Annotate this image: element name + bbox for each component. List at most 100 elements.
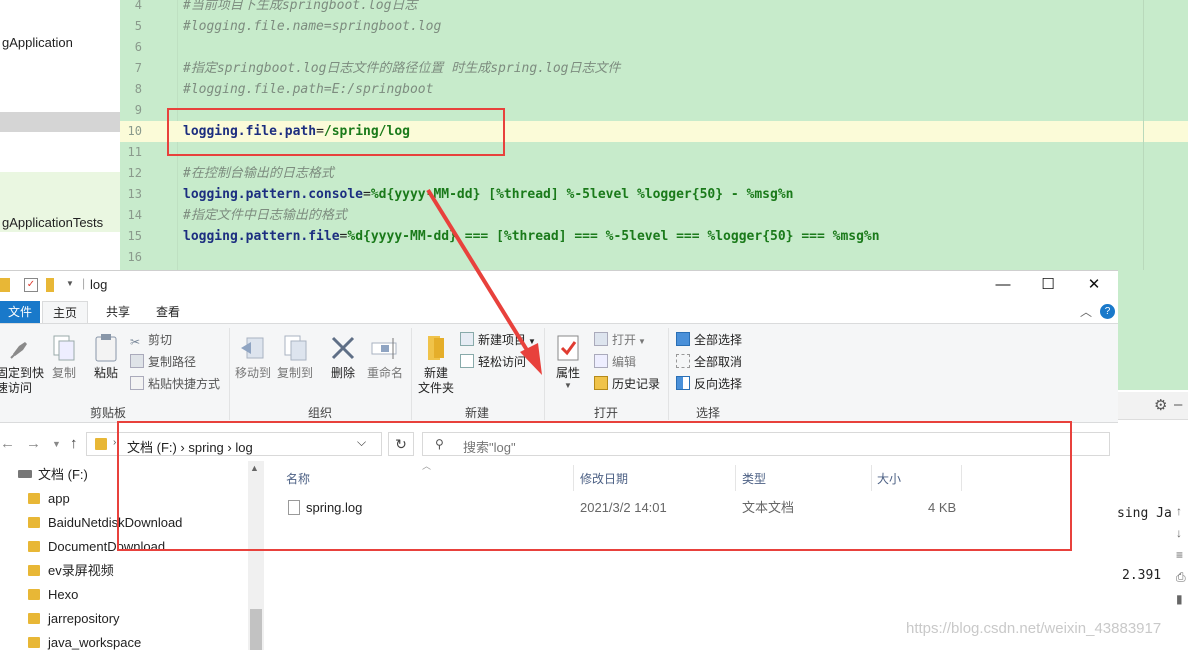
code-line-pattern-console: logging.pattern.console=%d{yyyy-MM-dd} [… — [183, 184, 793, 205]
group-divider — [544, 328, 545, 420]
select-all-button[interactable]: 全部选择 — [676, 330, 742, 350]
new-item-button[interactable]: 新建项目 ▼ — [460, 330, 536, 350]
line-number: 16 — [127, 250, 142, 264]
copy-path-button[interactable]: 复制路径 — [130, 352, 196, 372]
title-divider: | — [82, 276, 86, 290]
maximize-button[interactable]: ☐ — [1025, 271, 1071, 299]
pin-icon — [3, 332, 35, 364]
right-margin-guide — [1143, 0, 1144, 270]
tree-item-hexo[interactable]: Hexo — [28, 583, 78, 607]
dropdown-arrow-icon: ▼ — [528, 337, 536, 346]
close-button[interactable]: ✕ — [1071, 271, 1117, 299]
property-value: %d{yyyy-MM-dd} [%thread] %-5level %logge… — [370, 187, 794, 202]
ide-toolwindow-bar: ⚙ – — [1118, 392, 1188, 420]
scissors-icon: ✂ — [130, 335, 141, 349]
code-comment: #在控制台输出的日志格式 — [183, 166, 334, 181]
up-arrow-icon[interactable]: ↑ — [70, 435, 78, 452]
line-number: 7 — [134, 61, 142, 75]
dropdown-arrow-icon: ▼ — [638, 337, 646, 346]
paste-icon — [90, 332, 122, 364]
recent-locations-icon[interactable]: ▼ — [52, 439, 61, 449]
easy-access-button[interactable]: 轻松访问 — [460, 352, 526, 372]
tab-share[interactable]: 共享 — [96, 301, 140, 323]
project-selected-row[interactable] — [0, 112, 120, 132]
line-number: 6 — [134, 40, 142, 54]
group-divider — [411, 328, 412, 420]
tree-item-jarrepository[interactable]: jarrepository — [28, 607, 120, 631]
project-item-application-tests[interactable]: gApplicationTests — [0, 212, 120, 234]
tree-item-app[interactable]: app — [28, 487, 70, 511]
folder-icon — [28, 541, 40, 552]
delete-x-icon — [327, 332, 359, 364]
rename-icon — [369, 332, 401, 364]
ribbon-home: 固定到快 速访问 复制 粘贴 ✂ 剪切 复制路径 粘贴快捷方式 剪贴板 移动到 复… — [0, 323, 1118, 423]
group-label-open: 打开 — [593, 406, 618, 420]
minimize-panel-icon[interactable]: – — [1174, 396, 1182, 413]
quick-access-dropdown-icon[interactable]: ▼ — [66, 279, 74, 288]
group-label-new: 新建 — [464, 406, 489, 420]
paste-button[interactable]: 粘贴 — [88, 328, 124, 381]
nav-scrollbar-thumb[interactable] — [250, 609, 262, 650]
line-number: 4 — [134, 0, 142, 12]
console-text: 2.391 — [1122, 568, 1162, 583]
rename-button[interactable]: 重命名 — [364, 328, 406, 381]
minimize-button[interactable]: — — [980, 271, 1026, 299]
project-item-application[interactable]: gApplication — [0, 32, 120, 54]
console-text: sing Ja — [1117, 506, 1172, 521]
cut-button[interactable]: ✂ 剪切 — [130, 330, 172, 350]
line-number: 5 — [134, 19, 142, 33]
help-icon[interactable]: ? — [1100, 304, 1115, 319]
copy-to-button[interactable]: 复制到 — [276, 328, 314, 381]
folder-icon — [28, 493, 40, 504]
pin-quick-access-button[interactable]: 固定到快 速访问 — [0, 328, 44, 396]
property-value: %d{yyyy-MM-dd} === [%thread] === %-5leve… — [347, 229, 880, 244]
collapse-ribbon-icon[interactable]: ︿ — [1080, 303, 1092, 320]
properties-button[interactable]: 属性 ▼ — [550, 328, 586, 390]
console-side-icons[interactable]: ↑ ↓ ≡ ⎙ ▮ — [1176, 500, 1186, 610]
select-none-button[interactable]: 全部取消 — [676, 352, 742, 372]
line-number: 9 — [134, 103, 142, 117]
invert-selection-button[interactable]: 反向选择 — [676, 374, 742, 394]
paste-shortcut-button[interactable]: 粘贴快捷方式 — [130, 374, 220, 394]
copy-button[interactable]: 复制 — [46, 328, 82, 381]
tab-home[interactable]: 主页 — [42, 301, 89, 323]
code-comment: #指定文件中日志输出的格式 — [183, 208, 347, 223]
move-to-icon — [237, 332, 269, 364]
folder-icon — [28, 565, 40, 576]
delete-button[interactable]: 删除 — [326, 328, 360, 381]
tree-item-drive-f[interactable]: 文档 (F:) — [18, 463, 88, 487]
history-button[interactable]: 历史记录 — [594, 374, 660, 394]
group-label-organize: 组织 — [307, 406, 332, 420]
folder-icon — [28, 517, 40, 528]
new-folder-button[interactable]: 新建 文件夹 — [414, 328, 458, 396]
new-folder-quick-icon[interactable] — [46, 278, 54, 292]
tree-item-ev-recordings[interactable]: ev录屏视频 — [28, 559, 114, 583]
back-arrow-icon[interactable]: ← — [0, 435, 15, 452]
group-divider — [229, 328, 230, 420]
edit-button[interactable]: 编辑 — [594, 352, 636, 372]
drive-icon — [18, 470, 32, 478]
open-icon — [594, 332, 608, 346]
annotation-box-config — [167, 108, 505, 156]
open-button[interactable]: 打开 ▼ — [594, 330, 646, 350]
folder-icon — [28, 613, 40, 624]
gear-icon[interactable]: ⚙ — [1154, 396, 1167, 414]
copy-to-icon — [279, 332, 311, 364]
breadcrumb-separator-icon: › — [113, 437, 117, 448]
tab-view[interactable]: 查看 — [146, 301, 190, 323]
title-bar[interactable]: ✓ ▼ | log — ☐ ✕ — [0, 271, 1118, 299]
line-number: 14 — [127, 208, 142, 222]
properties-quick-icon[interactable]: ✓ — [24, 278, 38, 292]
copy-icon — [48, 332, 80, 364]
equals-sign: = — [363, 187, 371, 202]
line-number: 15 — [127, 229, 142, 243]
code-comment: #当前项目下生成springboot.log日志 — [183, 0, 418, 13]
tree-item-java-workspace[interactable]: java_workspace — [28, 631, 141, 650]
code-comment: #logging.file.path=E:/springboot — [183, 82, 434, 97]
move-to-button[interactable]: 移动到 — [234, 328, 272, 381]
line-number: 8 — [134, 82, 142, 96]
code-comment: #指定springboot.log日志文件的路径位置 时生成spring.log… — [183, 61, 621, 76]
ribbon-tabs: 文件 主页 共享 查看 ︿ ? — [0, 301, 1118, 323]
tab-file[interactable]: 文件 — [0, 301, 41, 323]
forward-arrow-icon[interactable]: → — [26, 435, 41, 452]
